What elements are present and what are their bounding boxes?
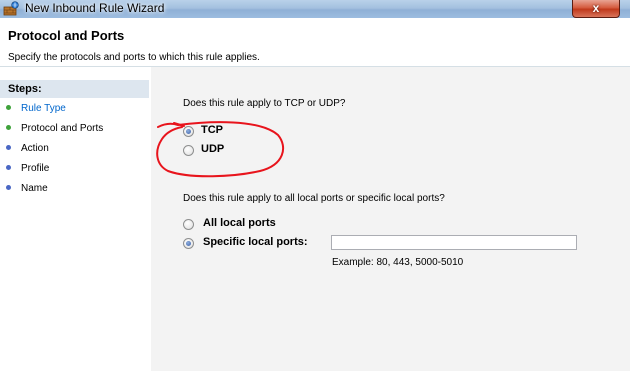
step-label: Name: [21, 183, 48, 194]
step-label[interactable]: Rule Type: [21, 103, 66, 114]
step-pending-dot-icon: [6, 145, 11, 150]
ports-question: Does this rule apply to all local ports …: [183, 193, 445, 204]
step-action: Action: [6, 143, 49, 157]
close-icon: x: [592, 1, 600, 15]
ports-example-hint: Example: 80, 443, 5000-5010: [332, 257, 464, 268]
step-label: Protocol and Ports: [21, 123, 104, 134]
step-profile: Profile: [6, 163, 49, 177]
step-label: Action: [21, 143, 49, 154]
steps-header: Steps:: [0, 80, 149, 98]
title-bar: New Inbound Rule Wizard x: [0, 0, 630, 18]
specific-ports-input[interactable]: [331, 235, 577, 250]
page-title: Protocol and Ports: [8, 28, 125, 43]
step-pending-dot-icon: [6, 185, 11, 190]
step-pending-dot-icon: [6, 165, 11, 170]
step-current-dot-icon: [6, 125, 11, 130]
steps-title: Steps:: [8, 83, 42, 95]
steps-pane: Steps: Rule Type Protocol and Ports Acti…: [0, 67, 149, 371]
all-local-ports-label[interactable]: All local ports: [203, 217, 276, 229]
all-local-ports-radio[interactable]: [183, 219, 194, 230]
close-button[interactable]: x: [572, 0, 620, 18]
step-label: Profile: [21, 163, 50, 174]
page-subtitle: Specify the protocols and ports to which…: [8, 52, 260, 63]
specific-local-ports-label[interactable]: Specific local ports:: [203, 236, 308, 248]
firewall-wizard-icon: [3, 1, 19, 16]
wizard-header: Protocol and Ports Specify the protocols…: [0, 18, 630, 67]
step-protocol-and-ports: Protocol and Ports: [6, 123, 103, 137]
window-title: New Inbound Rule Wizard: [25, 1, 165, 15]
step-name: Name: [6, 183, 48, 197]
step-rule-type[interactable]: Rule Type: [6, 103, 66, 117]
red-circle-annotation: [156, 121, 285, 178]
step-done-dot-icon: [6, 105, 11, 110]
specific-local-ports-radio[interactable]: [183, 238, 194, 249]
